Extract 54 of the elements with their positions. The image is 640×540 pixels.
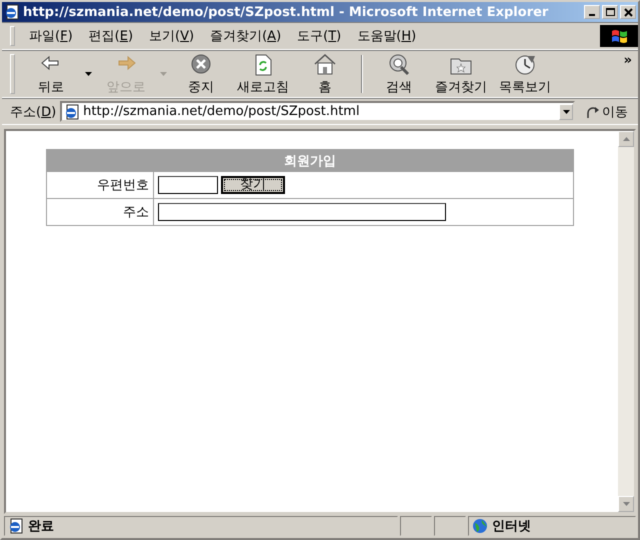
minimize-icon — [589, 14, 595, 16]
caret-icon — [562, 110, 570, 114]
menu-item[interactable]: 도구(T) — [289, 25, 350, 47]
clock-icon — [513, 52, 537, 76]
search-icon — [387, 52, 411, 76]
zone-text: 인터넷 — [492, 518, 531, 535]
refresh-button[interactable]: 새로고침 — [231, 50, 295, 98]
scroll-down-button[interactable] — [618, 496, 634, 512]
status-pane — [434, 516, 466, 536]
menu-item[interactable]: 보기(V) — [141, 25, 202, 47]
caret-icon — [160, 72, 167, 76]
history-button[interactable]: 목록보기 — [493, 50, 557, 98]
search-button[interactable]: 검색 — [369, 50, 429, 98]
home-button[interactable]: 홈 — [295, 50, 355, 98]
back-button[interactable]: 뒤로 — [21, 50, 81, 98]
maximize-icon — [606, 8, 614, 16]
scrollbar[interactable] — [618, 131, 634, 512]
page-icon — [64, 104, 80, 120]
zip-code-field[interactable] — [158, 176, 218, 194]
address-field[interactable]: http://szmania.net/demo/post/SZpost.html — [83, 104, 556, 119]
menu-item[interactable]: 즐겨찾기(A) — [202, 25, 290, 47]
flag-logo-icon — [600, 25, 638, 47]
field-label: 주소 — [46, 198, 154, 226]
stop-icon — [189, 52, 213, 76]
menu-item[interactable]: 파일(F) — [21, 25, 81, 47]
caret-icon — [85, 72, 92, 76]
form-title: 회원가입 — [46, 150, 574, 172]
go-button[interactable]: 이동 — [579, 102, 634, 120]
minimize-button[interactable] — [584, 5, 600, 19]
address-input-field[interactable] — [158, 203, 446, 221]
address-combo-box[interactable]: http://szmania.net/demo/post/SZpost.html — [60, 101, 575, 122]
down-arrow-icon — [622, 502, 630, 506]
find-button[interactable]: 찾기 — [221, 176, 285, 194]
address-label: 주소(D) — [10, 104, 56, 120]
menu-item[interactable]: 도움말(H) — [349, 25, 424, 47]
up-arrow-icon — [622, 137, 630, 141]
dropdown-button[interactable] — [559, 104, 573, 120]
stop-button[interactable]: 중지 — [171, 50, 231, 98]
favorites-button[interactable]: 즐겨찾기 — [429, 50, 493, 98]
curved-arrow-icon — [585, 104, 600, 119]
home-icon — [313, 52, 337, 76]
menu-item[interactable]: 편집(E) — [80, 25, 142, 47]
page-icon — [4, 4, 20, 20]
maximize-button[interactable] — [602, 5, 618, 19]
close-icon — [624, 8, 632, 16]
close-button[interactable] — [620, 5, 636, 19]
globe-icon — [472, 518, 488, 534]
field-label: 우편번호 — [46, 172, 154, 198]
status-text: 완료 — [28, 518, 54, 535]
window-title: http://szmania.net/demo/post/SZpost.html - Microsoft Internet Explorer — [23, 4, 550, 20]
more-chevron[interactable]: » — [624, 53, 632, 68]
status-pane — [400, 516, 432, 536]
scroll-up-button[interactable] — [618, 131, 634, 147]
page-icon — [8, 518, 24, 534]
